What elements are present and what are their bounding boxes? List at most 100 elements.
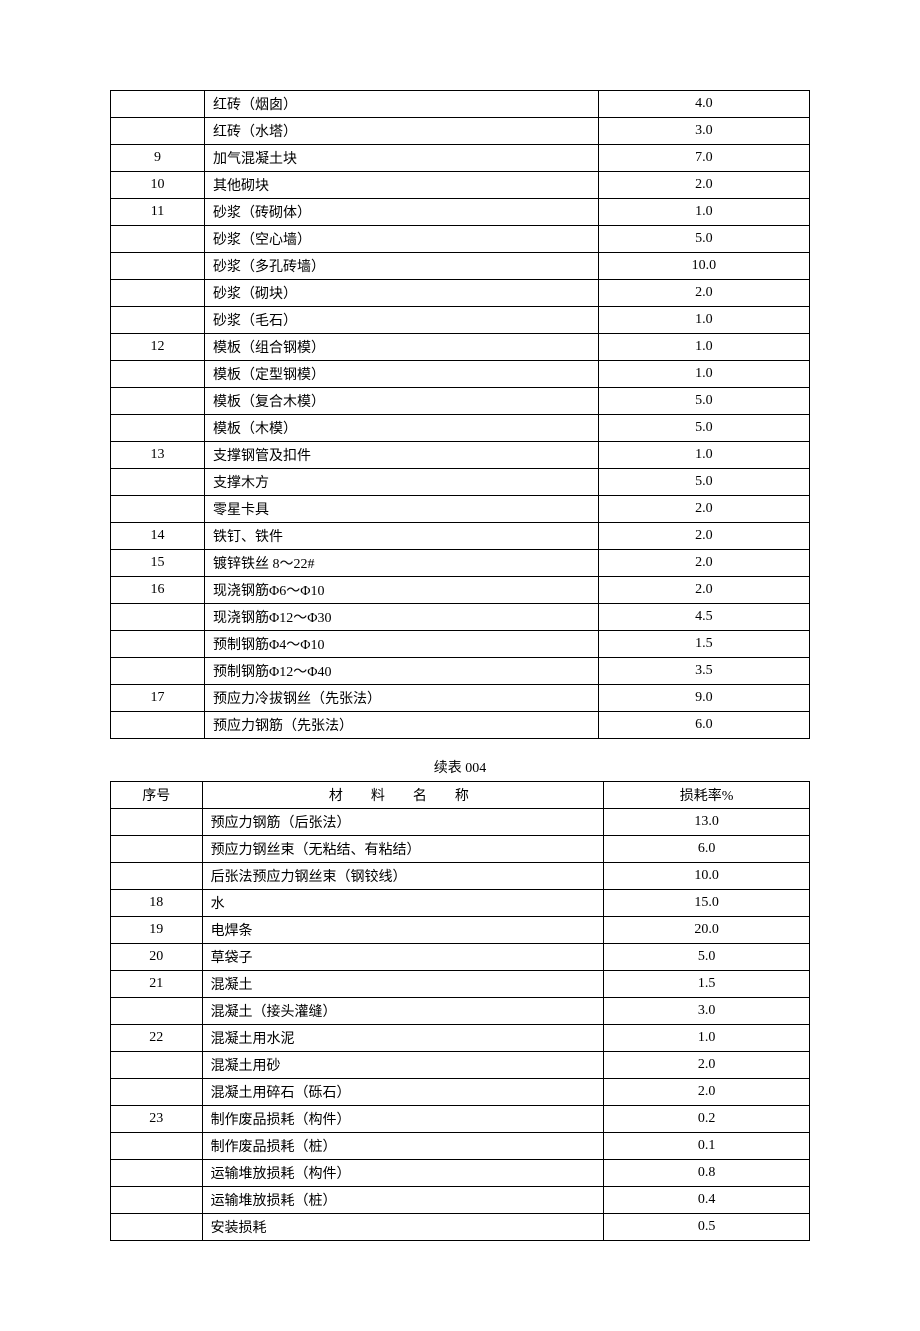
cell-rate: 5.0 [604, 944, 810, 971]
cell-rate: 2.0 [604, 1052, 810, 1079]
cell-name: 预制钢筋Φ12～Φ40 [205, 658, 599, 685]
cell-name: 支撑钢管及扣件 [205, 442, 599, 469]
cell-seq [111, 91, 205, 118]
cell-name: 铁钉、铁件 [205, 523, 599, 550]
cell-name: 模板（组合钢模） [205, 334, 599, 361]
cell-name: 电焊条 [202, 917, 604, 944]
cell-seq [111, 712, 205, 739]
cell-rate: 5.0 [598, 388, 809, 415]
table-row: 支撑木方5.0 [111, 469, 810, 496]
cell-rate: 1.0 [598, 442, 809, 469]
table-row: 9加气混凝土块7.0 [111, 145, 810, 172]
table-row: 预制钢筋Φ12～Φ403.5 [111, 658, 810, 685]
cell-name: 混凝土用砂 [202, 1052, 604, 1079]
cell-seq [111, 307, 205, 334]
cell-seq [111, 1214, 203, 1241]
table-row: 12模板（组合钢模）1.0 [111, 334, 810, 361]
cell-rate: 1.5 [598, 631, 809, 658]
table-row: 运输堆放损耗（桩）0.4 [111, 1187, 810, 1214]
table-row: 模板（定型钢模）1.0 [111, 361, 810, 388]
table-row: 模板（复合木模）5.0 [111, 388, 810, 415]
cell-name: 预应力钢筋（先张法） [205, 712, 599, 739]
cell-seq [111, 1160, 203, 1187]
cell-rate: 2.0 [598, 577, 809, 604]
table-row: 制作废品损耗（桩）0.1 [111, 1133, 810, 1160]
cell-name: 现浇钢筋Φ12～Φ30 [205, 604, 599, 631]
cell-name: 预应力冷拔钢丝（先张法） [205, 685, 599, 712]
header-seq: 序号 [111, 782, 203, 809]
cell-name: 制作废品损耗（桩） [202, 1133, 604, 1160]
cell-rate: 10.0 [598, 253, 809, 280]
table-row: 20草袋子5.0 [111, 944, 810, 971]
table-row: 21混凝土1.5 [111, 971, 810, 998]
cell-name: 运输堆放损耗（桩） [202, 1187, 604, 1214]
cell-rate: 4.0 [598, 91, 809, 118]
table-row: 零星卡具2.0 [111, 496, 810, 523]
header-rate: 损耗率% [604, 782, 810, 809]
cell-name: 红砖（烟囱） [205, 91, 599, 118]
cell-seq [111, 836, 203, 863]
cell-name: 红砖（水塔） [205, 118, 599, 145]
cell-name: 水 [202, 890, 604, 917]
cell-rate: 0.5 [604, 1214, 810, 1241]
cell-seq: 13 [111, 442, 205, 469]
material-loss-table-2: 序号 材料名称 损耗率% 预应力钢筋（后张法）13.0预应力钢丝束（无粘结、有粘… [110, 781, 810, 1241]
cell-seq: 19 [111, 917, 203, 944]
cell-rate: 5.0 [598, 469, 809, 496]
cell-seq [111, 1079, 203, 1106]
table-row: 14铁钉、铁件2.0 [111, 523, 810, 550]
cell-seq [111, 604, 205, 631]
cell-name: 零星卡具 [205, 496, 599, 523]
table-row: 运输堆放损耗（构件）0.8 [111, 1160, 810, 1187]
cell-rate: 6.0 [604, 836, 810, 863]
cell-rate: 0.4 [604, 1187, 810, 1214]
table-row: 13支撑钢管及扣件1.0 [111, 442, 810, 469]
table-row: 砂浆（毛石）1.0 [111, 307, 810, 334]
cell-rate: 1.0 [598, 361, 809, 388]
cell-seq [111, 469, 205, 496]
cell-rate: 2.0 [604, 1079, 810, 1106]
table-row: 混凝土（接头灌缝）3.0 [111, 998, 810, 1025]
cell-rate: 2.0 [598, 172, 809, 199]
cell-seq [111, 280, 205, 307]
table-row: 预应力钢丝束（无粘结、有粘结）6.0 [111, 836, 810, 863]
cell-name: 模板（木模） [205, 415, 599, 442]
table-row: 砂浆（多孔砖墙）10.0 [111, 253, 810, 280]
cell-seq [111, 388, 205, 415]
cell-seq [111, 1187, 203, 1214]
cell-rate: 10.0 [604, 863, 810, 890]
cell-name: 支撑木方 [205, 469, 599, 496]
cell-seq [111, 631, 205, 658]
table-row: 预制钢筋Φ4～Φ101.5 [111, 631, 810, 658]
cell-rate: 2.0 [598, 523, 809, 550]
table-row: 砂浆（空心墙）5.0 [111, 226, 810, 253]
cell-rate: 1.5 [604, 971, 810, 998]
table-row: 19电焊条20.0 [111, 917, 810, 944]
cell-seq [111, 998, 203, 1025]
cell-rate: 20.0 [604, 917, 810, 944]
cell-name: 混凝土用水泥 [202, 1025, 604, 1052]
cell-name: 运输堆放损耗（构件） [202, 1160, 604, 1187]
cell-seq: 10 [111, 172, 205, 199]
cell-seq: 16 [111, 577, 205, 604]
cell-seq: 18 [111, 890, 203, 917]
header-name: 材料名称 [202, 782, 604, 809]
cell-name: 制作废品损耗（构件） [202, 1106, 604, 1133]
cell-name: 砂浆（空心墙） [205, 226, 599, 253]
cell-rate: 2.0 [598, 496, 809, 523]
cell-rate: 3.0 [604, 998, 810, 1025]
table-row: 安装损耗0.5 [111, 1214, 810, 1241]
cell-seq [111, 118, 205, 145]
cell-name: 混凝土 [202, 971, 604, 998]
cell-rate: 1.0 [604, 1025, 810, 1052]
cell-name: 现浇钢筋Φ6～Φ10 [205, 577, 599, 604]
table-row: 混凝土用砂2.0 [111, 1052, 810, 1079]
cell-seq [111, 863, 203, 890]
cell-seq [111, 1052, 203, 1079]
cell-rate: 0.1 [604, 1133, 810, 1160]
table-row: 模板（木模）5.0 [111, 415, 810, 442]
cell-name: 预制钢筋Φ4～Φ10 [205, 631, 599, 658]
cell-rate: 1.0 [598, 199, 809, 226]
cell-name: 预应力钢丝束（无粘结、有粘结） [202, 836, 604, 863]
cell-seq [111, 496, 205, 523]
